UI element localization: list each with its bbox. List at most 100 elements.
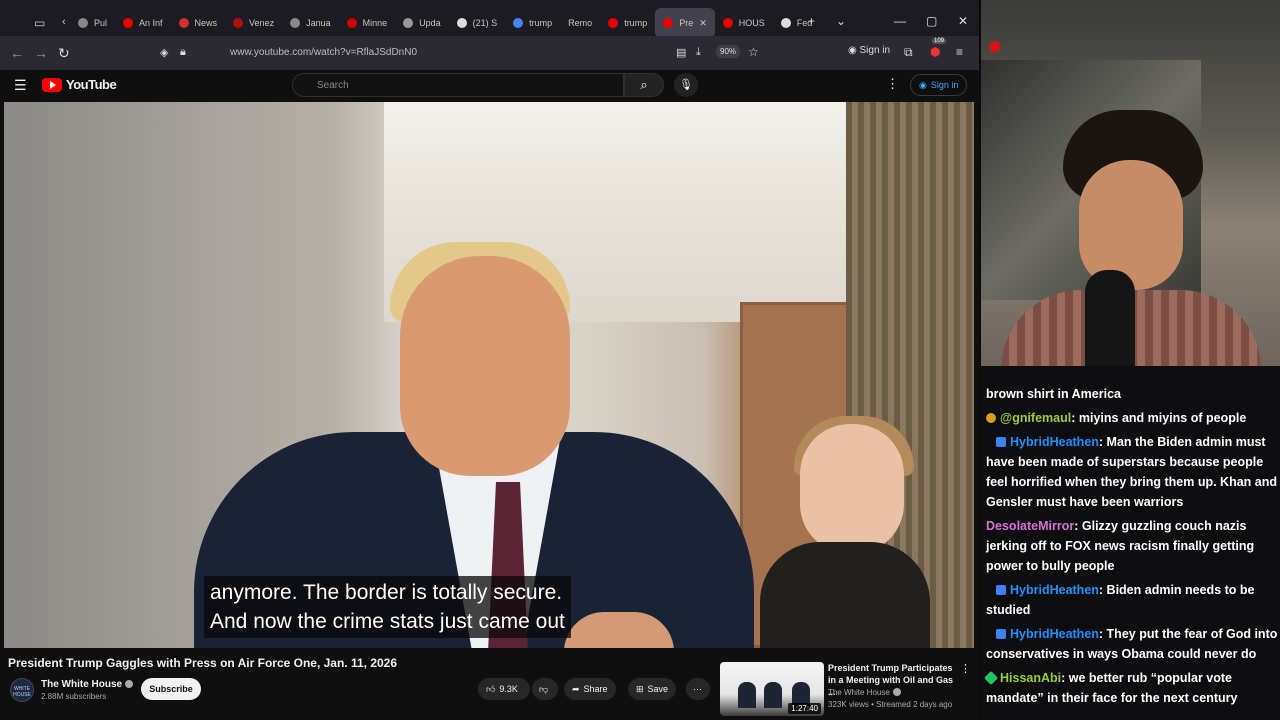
youtube-favicon-icon xyxy=(663,18,674,28)
share-button[interactable]: ➦ Share xyxy=(564,678,616,700)
chat-username[interactable]: HybridHeathen xyxy=(1010,435,1099,449)
thumbs-down-icon: 👎︎ xyxy=(539,683,549,694)
extensions-icon[interactable]: ⧉ xyxy=(904,45,913,60)
tab-label: Upda xyxy=(419,18,441,28)
recommended-channel[interactable]: The White House xyxy=(828,688,901,697)
save-label: Save xyxy=(647,684,669,694)
close-window-icon[interactable]: ✕ xyxy=(958,14,968,28)
thumb-figure xyxy=(764,682,782,708)
tab-10[interactable]: trump xyxy=(600,8,655,38)
more-actions-button[interactable]: ⋯ xyxy=(686,678,710,700)
tab-1[interactable]: An Inf xyxy=(115,8,171,38)
tab-3[interactable]: Venez xyxy=(225,8,282,38)
new-tab-icon[interactable]: + xyxy=(808,14,815,28)
tab-9[interactable]: Remo xyxy=(560,8,600,38)
tab-7[interactable]: (21) S xyxy=(449,8,506,38)
save-button[interactable]: ⊞ Save xyxy=(628,678,677,700)
tab-list: Pul An Inf News Venez Janua Minne Upda (… xyxy=(70,8,820,38)
chat-message: HybridHeathen: Biden admin needs to be s… xyxy=(986,580,1278,620)
tab-2[interactable]: News xyxy=(171,8,226,38)
tab-label: Remo xyxy=(568,18,593,28)
tab-label: trump xyxy=(624,18,648,28)
stream-logo: ● xyxy=(987,30,1003,60)
more-dots-icon: ⋯ xyxy=(693,683,702,694)
tab-label: News xyxy=(194,18,218,28)
menu-icon[interactable]: ≡ xyxy=(956,45,963,59)
verified-icon xyxy=(892,688,901,696)
video-title: President Trump Gaggles with Press on Ai… xyxy=(8,656,398,670)
reload-icon[interactable]: ↻ xyxy=(58,45,70,62)
chat-message: DesolateMirror: Glizzy guzzling couch na… xyxy=(986,516,1278,576)
subscriber-count: 2.88M subscribers xyxy=(41,692,107,701)
woman-body xyxy=(760,542,930,648)
search-icon: ⌕ xyxy=(640,77,648,92)
close-tab-icon[interactable]: ✕ xyxy=(699,18,707,29)
url-field[interactable]: www.youtube.com/watch?v=RflaJSdDnN0 xyxy=(230,47,417,58)
tab-11-active[interactable]: Pre ✕ xyxy=(655,8,715,38)
browser-signin-button[interactable]: ◉ Sign in xyxy=(848,45,890,56)
video-player[interactable] xyxy=(4,102,974,648)
like-count: 9.3K xyxy=(499,684,518,694)
tab-favicon-icon xyxy=(346,18,357,28)
chat-username[interactable]: HybridHeathen xyxy=(1010,583,1099,597)
sub-badge-icon xyxy=(996,629,1006,639)
tab-label: An Inf xyxy=(139,18,163,28)
settings-kebab-icon[interactable]: ⋮ xyxy=(886,76,899,92)
hamburger-menu-icon[interactable]: ☰ xyxy=(14,77,27,94)
chat-message: HissanAbi: we better rub “popular vote m… xyxy=(983,668,1278,708)
tab-favicon-icon xyxy=(178,18,189,28)
stream-chat: brown shirt in America @gnifemaul: miyin… xyxy=(981,366,1280,720)
maximize-icon[interactable]: ▢ xyxy=(926,14,937,28)
ublock-icon[interactable]: ⬢ xyxy=(930,45,940,59)
subscribe-button[interactable]: Subscribe xyxy=(141,678,201,700)
bookmark-star-icon[interactable]: ☆ xyxy=(748,45,759,59)
forward-icon[interactable]: → xyxy=(34,45,48,61)
download-icon[interactable]: ⤓ xyxy=(696,46,701,59)
like-button[interactable]: 👍︎ 9.3K xyxy=(478,678,530,700)
scroll-tabs-right-icon[interactable]: › xyxy=(786,14,790,28)
channel-avatar[interactable]: WHITE HOUSE xyxy=(10,678,34,702)
tab-label: Minne xyxy=(362,18,388,28)
video-duration: 1:27:40 xyxy=(788,703,821,714)
streamer-webcam: ● xyxy=(981,0,1280,378)
sub-badge-icon xyxy=(996,437,1006,447)
tab-favicon-icon xyxy=(403,18,414,28)
tab-6[interactable]: Upda xyxy=(395,8,449,38)
tab-0[interactable]: Pul xyxy=(70,8,115,38)
shield-icon[interactable]: ◈ xyxy=(160,46,168,59)
chat-username[interactable]: HybridHeathen xyxy=(1010,627,1099,641)
tab-4[interactable]: Janua xyxy=(282,8,339,38)
browser-signin-label: Sign in xyxy=(859,45,891,56)
extension-badge: 109 xyxy=(932,38,947,44)
zoom-level-badge[interactable]: 90% xyxy=(716,45,741,58)
youtube-logo[interactable]: YouTube xyxy=(42,77,117,92)
tab-label: Pre xyxy=(679,18,694,28)
search-input[interactable]: Search xyxy=(292,73,624,97)
tab-5[interactable]: Minne xyxy=(339,8,396,38)
recommended-channel-name: The White House xyxy=(828,688,890,697)
youtube-signin-button[interactable]: ◉ Sign in xyxy=(910,74,968,96)
chat-username[interactable]: HissanAbi xyxy=(1000,671,1061,685)
chat-username[interactable]: DesolateMirror xyxy=(986,519,1074,533)
lock-icon[interactable]: 🔒︎ xyxy=(180,46,186,59)
sub-badge-icon xyxy=(996,585,1006,595)
scroll-tabs-left-icon[interactable]: ‹ xyxy=(62,16,66,28)
back-icon[interactable]: ← xyxy=(10,45,24,61)
recommended-thumbnail[interactable]: 1:27:40 xyxy=(720,662,824,716)
search-button[interactable]: ⌕ xyxy=(624,73,664,97)
reader-view-icon[interactable]: ▤ xyxy=(676,46,686,59)
dislike-button[interactable]: 👎︎ xyxy=(532,678,558,700)
channel-name-link[interactable]: The White House xyxy=(41,679,134,690)
thumb-figure xyxy=(738,682,756,708)
chat-message: HybridHeathen: They put the fear of God … xyxy=(986,624,1278,664)
minimize-icon[interactable]: — xyxy=(894,14,906,28)
list-tabs-icon[interactable]: ⌄ xyxy=(836,14,846,28)
channel-name: The White House xyxy=(41,679,123,690)
chat-username[interactable]: @gnifemaul xyxy=(1000,411,1071,425)
tab-12[interactable]: HOUS xyxy=(715,8,773,38)
recommended-options-icon[interactable]: ⋮ xyxy=(960,662,971,675)
voice-search-button[interactable]: 🎙︎ xyxy=(674,73,698,97)
tab-overview-icon[interactable]: ▭ xyxy=(34,16,45,30)
tab-8[interactable]: trump xyxy=(505,8,560,38)
youtube-logo-text: YouTube xyxy=(66,77,117,92)
